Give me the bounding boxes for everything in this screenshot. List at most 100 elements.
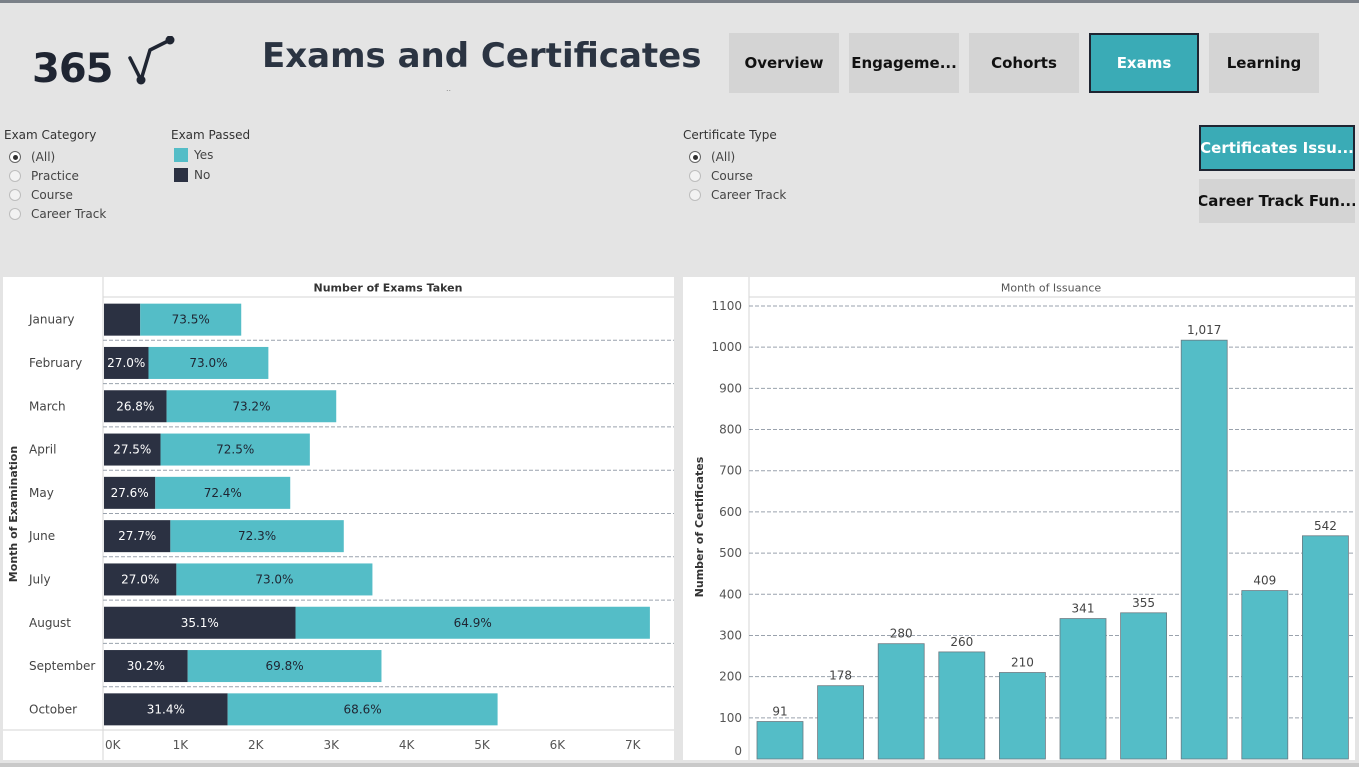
career-track-funnel-button[interactable]: Career Track Fun... xyxy=(1199,179,1355,223)
radio-icon xyxy=(689,189,701,201)
certificate-type-title: Certificate Type xyxy=(683,128,777,142)
certificate-bar[interactable] xyxy=(817,685,865,760)
y-tick-label: 400 xyxy=(719,587,742,601)
legend-item-yes[interactable]: Yes xyxy=(174,148,213,162)
bar-value-label: 210 xyxy=(1011,656,1034,670)
bar-label-no: 30.2% xyxy=(127,659,165,673)
bar-label-yes: 72.3% xyxy=(238,529,276,543)
exam-category-option-practice[interactable]: Practice xyxy=(9,169,79,183)
month-label: October xyxy=(29,702,77,716)
exam-category-option-all[interactable]: (All) xyxy=(9,150,55,164)
radio-icon xyxy=(689,170,701,182)
radio-selected-icon xyxy=(9,151,21,163)
certificate-bar[interactable] xyxy=(998,672,1046,760)
certificate-type-option-all[interactable]: (All) xyxy=(689,150,735,164)
top-border xyxy=(0,0,1359,3)
certificate-bar[interactable] xyxy=(1180,339,1228,760)
logo-graph-icon xyxy=(128,36,175,85)
exams-taken-chart: Number of Exams Taken Month of Examinati… xyxy=(3,277,674,760)
radio-selected-icon xyxy=(689,151,701,163)
bar-label-yes: 72.5% xyxy=(216,443,254,457)
exam-category-option-course[interactable]: Course xyxy=(9,188,73,202)
month-label: February xyxy=(29,356,82,370)
x-tick-label: 5K xyxy=(474,738,491,752)
certificate-type-option-career-track[interactable]: Career Track xyxy=(689,188,786,202)
radio-icon xyxy=(9,170,21,182)
certificate-bar[interactable] xyxy=(1120,612,1168,760)
month-label: July xyxy=(28,572,51,586)
certificate-bar[interactable] xyxy=(1059,618,1107,760)
bar-value-label: 178 xyxy=(829,669,852,683)
x-tick-label: 0K xyxy=(105,738,122,752)
bar-label-yes: 72.4% xyxy=(204,486,242,500)
y-tick-label: 300 xyxy=(719,628,742,642)
bar-label-no: 27.5% xyxy=(113,443,151,457)
x-tick-label: 2K xyxy=(248,738,265,752)
nav-overview-button[interactable]: Overview xyxy=(729,33,839,93)
certificates-chart-panel: Month of Issuance Number of Certificates… xyxy=(683,277,1355,760)
bar-label-no: 27.7% xyxy=(118,529,156,543)
bar-label-yes: 69.8% xyxy=(266,659,304,673)
month-label: March xyxy=(29,399,66,413)
certificate-bar[interactable] xyxy=(1241,590,1289,760)
bar-label-no: 27.0% xyxy=(121,572,159,586)
bar-segment-no[interactable] xyxy=(104,303,141,336)
bar-label-no: 31.4% xyxy=(147,702,185,716)
legend-swatch-yes xyxy=(174,148,188,162)
exams-chart-panel: Number of Exams Taken Month of Examinati… xyxy=(3,277,674,760)
bar-value-label: 1,017 xyxy=(1187,323,1221,337)
certificate-bar[interactable] xyxy=(1302,535,1349,760)
month-label: June xyxy=(28,529,55,543)
exams-y-axis-label: Month of Examination xyxy=(7,446,20,582)
nav-cohorts-button[interactable]: Cohorts xyxy=(969,33,1079,93)
month-label: September xyxy=(29,659,95,673)
legend-item-no[interactable]: No xyxy=(174,168,210,182)
bar-label-yes: 68.6% xyxy=(344,702,382,716)
bar-value-label: 355 xyxy=(1132,596,1155,610)
title-hint: .. xyxy=(446,84,452,93)
bar-label-no: 27.6% xyxy=(111,486,149,500)
y-tick-label: 900 xyxy=(719,381,742,395)
certificate-type-option-course[interactable]: Course xyxy=(689,169,753,183)
y-tick-label: 0 xyxy=(734,744,742,758)
legend-swatch-no xyxy=(174,168,188,182)
bar-label-no: 27.0% xyxy=(107,356,145,370)
month-label: January xyxy=(28,313,75,327)
bar-value-label: 542 xyxy=(1314,519,1337,533)
exam-category-title: Exam Category xyxy=(4,128,97,142)
y-tick-label: 600 xyxy=(719,505,742,519)
certificate-bar[interactable] xyxy=(938,651,986,760)
certificates-chart-title: Month of Issuance xyxy=(1001,282,1102,295)
page-title: Exams and Certificates xyxy=(262,36,702,76)
bar-value-label: 260 xyxy=(950,635,973,649)
y-tick-label: 1000 xyxy=(711,340,742,354)
nav-learning-button[interactable]: Learning xyxy=(1209,33,1319,93)
logo-text: 365 xyxy=(32,46,113,92)
certificates-chart: Month of Issuance Number of Certificates… xyxy=(693,277,1355,760)
bottom-border xyxy=(0,763,1359,767)
bar-label-yes: 73.5% xyxy=(172,313,210,327)
month-label: May xyxy=(29,486,54,500)
nav-exams-button[interactable]: Exams xyxy=(1089,33,1199,93)
x-tick-label: 4K xyxy=(399,738,416,752)
x-tick-label: 7K xyxy=(625,738,642,752)
bar-label-yes: 73.2% xyxy=(232,399,270,413)
month-label: April xyxy=(29,443,56,457)
y-tick-label: 800 xyxy=(719,423,742,437)
y-tick-label: 1100 xyxy=(711,299,742,313)
exam-category-option-career-track[interactable]: Career Track xyxy=(9,207,106,221)
bar-label-no: 26.8% xyxy=(116,399,154,413)
nav-engagement-button[interactable]: Engageme... xyxy=(849,33,959,93)
certificate-bar[interactable] xyxy=(756,721,804,760)
exam-passed-title: Exam Passed xyxy=(171,128,251,142)
radio-icon xyxy=(9,189,21,201)
certificates-y-axis-label: Number of Certificates xyxy=(693,456,706,597)
y-tick-label: 700 xyxy=(719,464,742,478)
exams-chart-title: Number of Exams Taken xyxy=(314,282,463,295)
certificate-bar[interactable] xyxy=(877,643,925,760)
bar-label-no: 35.1% xyxy=(181,616,219,630)
bar-label-yes: 73.0% xyxy=(255,572,293,586)
certificates-issued-button[interactable]: Certificates Issu... xyxy=(1199,125,1355,171)
bar-value-label: 341 xyxy=(1072,602,1095,616)
radio-icon xyxy=(9,208,21,220)
